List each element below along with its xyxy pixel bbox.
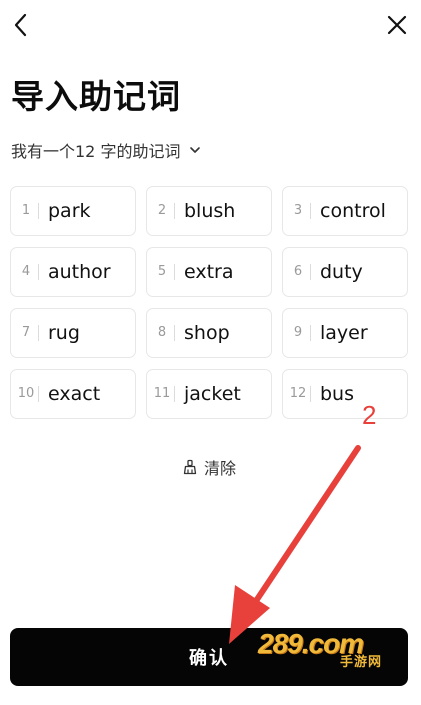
- mnemonic-word-field[interactable]: 2 blush: [146, 186, 272, 236]
- mnemonic-word-field[interactable]: 10 exact: [10, 369, 136, 419]
- word-value: park: [48, 200, 91, 222]
- top-bar: [0, 0, 421, 52]
- mnemonic-word-field[interactable]: 9 layer: [282, 308, 408, 358]
- back-button[interactable]: [8, 10, 36, 40]
- mnemonic-word-field[interactable]: 6 duty: [282, 247, 408, 297]
- word-index: 1: [11, 202, 41, 220]
- word-value: author: [48, 261, 111, 283]
- word-index: 2: [147, 202, 177, 220]
- page-title: 导入助记词: [11, 77, 181, 116]
- word-value: duty: [320, 261, 363, 283]
- word-index: 9: [283, 324, 313, 342]
- word-index: 4: [11, 263, 41, 281]
- word-value: control: [320, 200, 386, 222]
- mnemonic-word-field[interactable]: 3 control: [282, 186, 408, 236]
- clear-label: 清除: [204, 459, 237, 478]
- word-index: 12: [283, 385, 313, 403]
- mnemonic-word-field[interactable]: 4 author: [10, 247, 136, 297]
- word-index: 5: [147, 263, 177, 281]
- confirm-button[interactable]: 确认: [10, 628, 408, 686]
- chevron-down-icon: [190, 147, 201, 153]
- mnemonic-word-field[interactable]: 11 jacket: [146, 369, 272, 419]
- mnemonic-word-field[interactable]: 1 park: [10, 186, 136, 236]
- word-value: bus: [320, 383, 355, 405]
- broom-icon: [183, 459, 197, 475]
- word-value: rug: [48, 322, 80, 344]
- word-value: extra: [184, 261, 234, 283]
- close-button[interactable]: [383, 11, 411, 39]
- word-index: 7: [11, 324, 41, 342]
- chevron-left-icon: [14, 13, 27, 37]
- mnemonic-grid: 1 park 2 blush 3 control 4 author 5 extra 6 du…: [10, 186, 408, 419]
- word-index: 11: [147, 385, 177, 403]
- annotation-step-number: 2: [362, 400, 377, 430]
- mnemonic-word-field[interactable]: 8 shop: [146, 308, 272, 358]
- word-value: blush: [184, 200, 236, 222]
- word-index: 10: [11, 385, 41, 403]
- word-count-selector[interactable]: 我有一个12 字的助记词: [11, 139, 202, 161]
- close-icon: [387, 15, 407, 35]
- word-count-label: 我有一个12 字的助记词: [11, 142, 181, 161]
- word-value: layer: [320, 322, 368, 344]
- mnemonic-word-field[interactable]: 7 rug: [10, 308, 136, 358]
- word-value: shop: [184, 322, 230, 344]
- mnemonic-word-field[interactable]: 5 extra: [146, 247, 272, 297]
- mnemonic-word-field[interactable]: 12 bus: [282, 369, 408, 419]
- word-value: exact: [48, 383, 101, 405]
- clear-button[interactable]: 清除: [182, 455, 236, 479]
- word-value: jacket: [184, 383, 241, 405]
- word-index: 3: [283, 202, 313, 220]
- word-index: 8: [147, 324, 177, 342]
- word-index: 6: [283, 263, 313, 281]
- confirm-label: 确认: [189, 648, 229, 669]
